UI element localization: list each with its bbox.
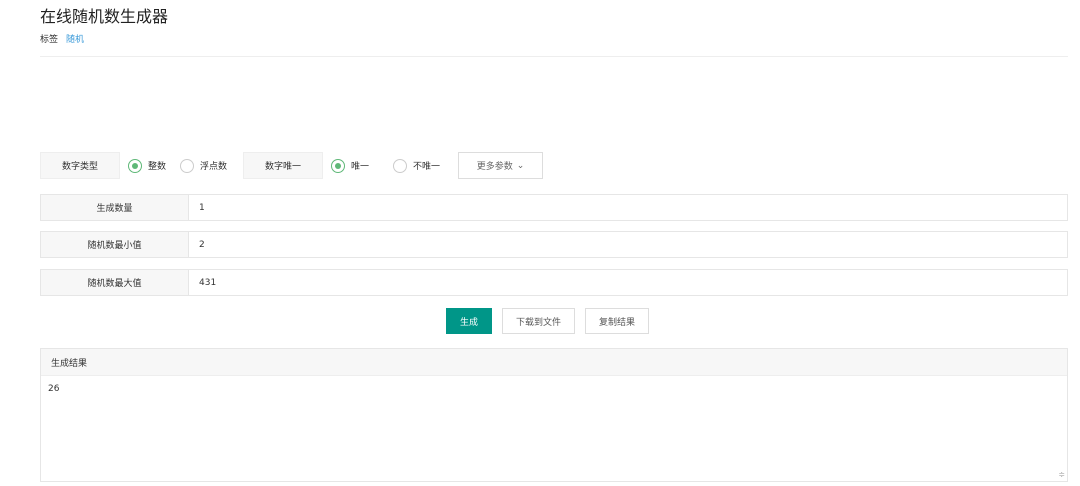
max-input[interactable]: 431 [189, 270, 1067, 295]
copy-button[interactable]: 复制结果 [585, 308, 650, 334]
radio-unique[interactable]: 唯一 [331, 158, 370, 173]
field-label: 生成数量 [41, 195, 189, 220]
divider [40, 56, 1068, 57]
radio-label: 整数 [148, 162, 167, 172]
action-buttons: 生成 下载到文件 复制结果 [446, 308, 650, 334]
radio-checked-icon [331, 158, 346, 173]
result-label: 生成结果 [41, 349, 1067, 376]
radio-label: 唯一 [351, 162, 370, 172]
radio-not-unique[interactable]: 不唯一 [393, 158, 441, 173]
min-input[interactable]: 2 [189, 232, 1067, 257]
field-label: 随机数最小值 [41, 232, 189, 257]
chevron-down-icon: ⌄ [516, 160, 525, 171]
tags: 标签 随机 [40, 32, 84, 45]
radio-float[interactable]: 浮点数 [180, 158, 228, 173]
min-field: 随机数最小值 2 [40, 231, 1068, 258]
radio-label: 浮点数 [200, 162, 228, 172]
more-params-button[interactable]: 更多参数 ⌄ [458, 152, 544, 179]
download-button[interactable]: 下载到文件 [502, 308, 576, 334]
radio-unchecked-icon [393, 158, 408, 173]
more-params-label: 更多参数 [476, 162, 513, 172]
result-panel: 生成结果 26 ≑ [40, 348, 1068, 482]
radio-unchecked-icon [180, 158, 195, 173]
radio-label: 不唯一 [413, 162, 441, 172]
unique-label: 数字唯一 [243, 152, 324, 179]
count-input[interactable]: 1 [189, 195, 1067, 220]
page-title: 在线随机数生成器 [40, 7, 169, 26]
resize-handle-icon[interactable]: ≑ [1058, 470, 1065, 479]
tags-label: 标签 [40, 35, 59, 45]
options-row: 数字类型 整数 浮点数 数字唯一 唯一 不唯一 更多参数 ⌄ [40, 152, 544, 179]
count-field: 生成数量 1 [40, 194, 1068, 221]
radio-checked-icon [128, 158, 142, 173]
max-field: 随机数最大值 431 [40, 269, 1068, 296]
radio-integer[interactable]: 整数 [128, 158, 167, 173]
generate-button[interactable]: 生成 [446, 308, 493, 334]
tag-link[interactable]: 随机 [66, 35, 84, 45]
result-textarea[interactable]: 26 [41, 376, 1067, 402]
field-label: 随机数最大值 [41, 270, 189, 295]
number-type-label: 数字类型 [40, 152, 120, 179]
